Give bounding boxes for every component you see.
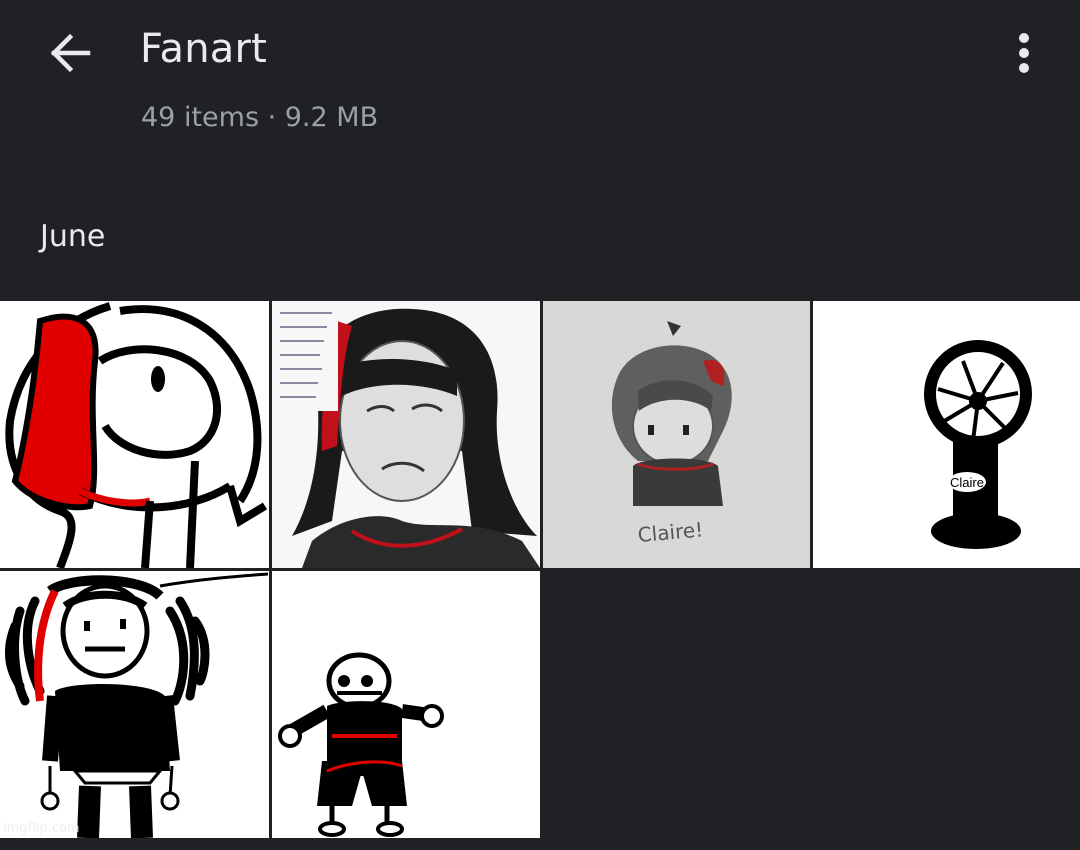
album-title: Fanart (140, 26, 268, 72)
back-button[interactable] (38, 25, 102, 81)
drawing-sketch-on-paper: Claire! (543, 301, 810, 568)
album-info: 49 items · 9.2 MB (141, 102, 379, 133)
fanart-thumbnail-4[interactable]: Claire (813, 301, 1080, 568)
fanart-thumbnail-6[interactable] (272, 571, 540, 838)
drawing-small-figure (272, 571, 540, 838)
app-bar: Fanart 49 items · 9.2 MB (0, 0, 1080, 150)
fanart-thumbnail-1[interactable] (0, 301, 269, 568)
fan-label: Claire (950, 475, 984, 490)
fanart-thumbnail-3[interactable]: Claire! (543, 301, 810, 568)
imgflip-watermark: imgflip.com (3, 821, 80, 836)
drawing-long-hair-character (0, 571, 269, 838)
fanart-thumbnail-2[interactable] (272, 301, 540, 568)
more-vert-icon (1019, 33, 1029, 73)
drawing-pencil-portrait (272, 301, 540, 568)
fanart-thumbnail-5[interactable]: imgflip.com (0, 571, 269, 838)
arrow-back-icon (50, 33, 91, 73)
section-header-date: June (40, 219, 106, 254)
drawing-girl-red-hair (0, 301, 269, 568)
drawing-fan-character: Claire (813, 301, 1080, 568)
more-options-button[interactable] (1000, 24, 1048, 82)
